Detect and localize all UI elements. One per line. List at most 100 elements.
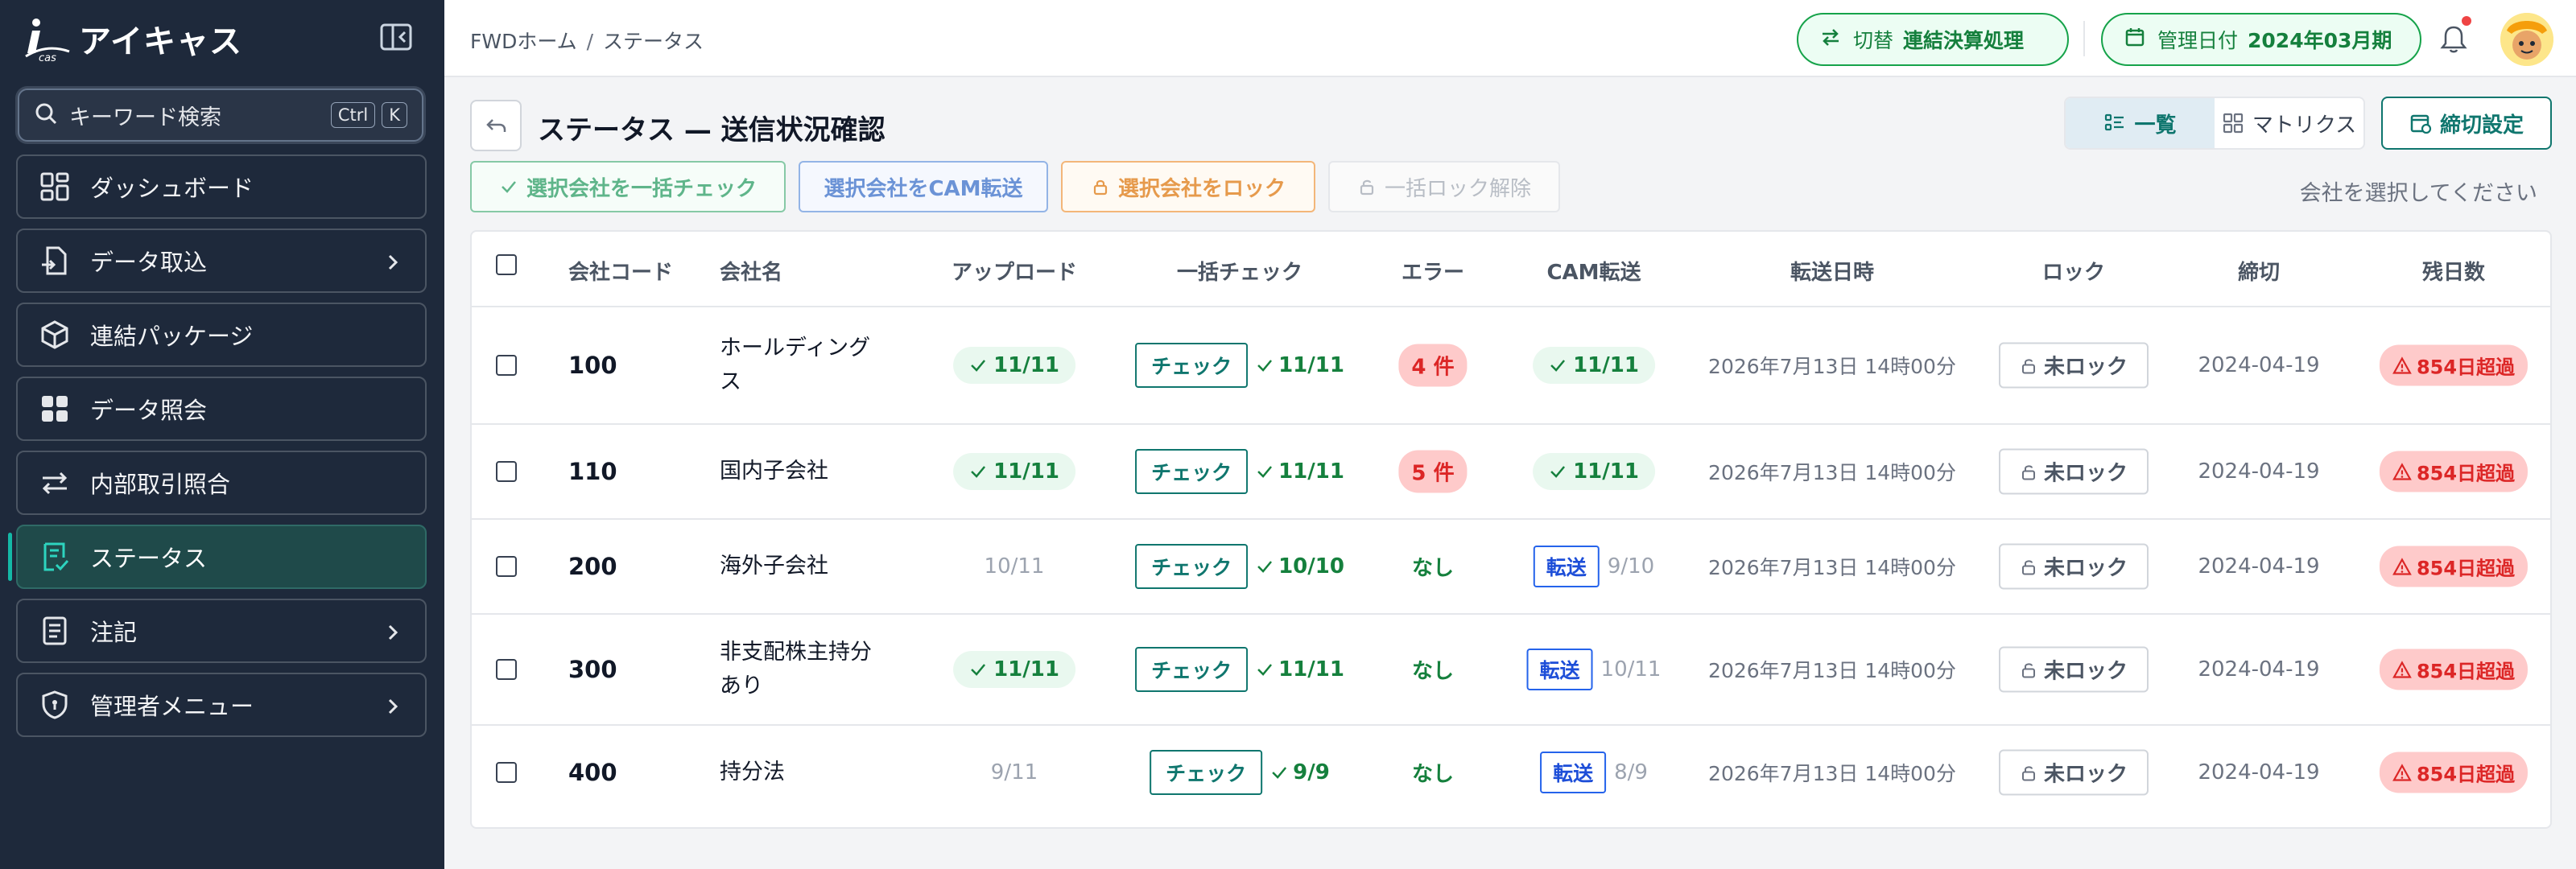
lock-toggle-button[interactable]: 未ロック: [1998, 646, 2149, 693]
search-input[interactable]: キーワード検索 Ctrl K: [18, 89, 423, 142]
cam-cell: 転送 10/11: [1526, 649, 1661, 690]
app-logo[interactable]: cas アイキャス: [23, 13, 242, 64]
shield-icon: [39, 689, 71, 721]
lock-selected-button[interactable]: 選択会社をロック: [1061, 161, 1315, 212]
col-company-code[interactable]: 会社コード: [568, 256, 673, 286]
breadcrumb-home[interactable]: FWDホーム: [470, 30, 577, 53]
transfer-button[interactable]: 転送: [1533, 546, 1600, 587]
col-lock[interactable]: ロック: [2042, 256, 2105, 286]
sidebar-item-package[interactable]: 連結パッケージ: [16, 303, 427, 367]
divider: [2083, 21, 2085, 56]
breadcrumb: FWDホーム / ステータス: [470, 26, 704, 55]
error-count-badge[interactable]: 4 件: [1398, 344, 1468, 387]
company-code: 400: [568, 759, 617, 786]
sidebar-item-data-import[interactable]: データ取込: [16, 229, 427, 293]
col-cam-transfer[interactable]: CAM転送: [1546, 256, 1641, 286]
lock-toggle-button[interactable]: 未ロック: [1998, 543, 2149, 590]
bulk-unlock-button[interactable]: 一括ロック解除: [1328, 161, 1560, 212]
col-error[interactable]: エラー: [1402, 256, 1464, 286]
col-deadline[interactable]: 締切: [2238, 256, 2280, 286]
upload-cell: 11/11: [953, 453, 1075, 490]
sidebar-item-dashboard[interactable]: ダッシュボード: [16, 154, 427, 219]
cam-cell: 11/11: [1533, 347, 1655, 384]
sidebar-item-intercompany[interactable]: 内部取引照合: [16, 451, 427, 515]
upload-status-text: 10/11: [984, 554, 1045, 579]
error-cell: なし: [1412, 758, 1454, 788]
upload-cell: 11/11: [953, 651, 1075, 688]
collapse-sidebar-icon[interactable]: [378, 21, 414, 53]
col-remaining-days[interactable]: 残日数: [2422, 256, 2485, 286]
company-code: 300: [568, 656, 617, 683]
chevron-right-icon: [383, 621, 402, 649]
bulk-check-button[interactable]: 選択会社を一括チェック: [470, 161, 786, 212]
row-checkbox[interactable]: [496, 762, 517, 783]
check-button[interactable]: チェック: [1135, 544, 1249, 589]
upload-cell: 9/11: [991, 760, 1038, 785]
sidebar-item-admin[interactable]: 管理者メニュー: [16, 673, 427, 737]
management-date-button[interactable]: 管理日付 2024年03月期: [2101, 13, 2421, 66]
view-toggle: 一覧 マトリクス: [2064, 97, 2365, 150]
cam-transfer-label: 選択会社をCAM転送: [824, 176, 1023, 201]
sidebar: cas アイキャス キーワード検索 Ctrl K ダッシュボード データ取込 連…: [0, 0, 444, 869]
row-checkbox[interactable]: [496, 355, 517, 376]
table-row[interactable]: 100 ホールディングス 11/11 チェック 11/11 4 件 11/11 …: [472, 307, 2550, 425]
cam-status-text: 9/10: [1607, 554, 1655, 579]
col-transfer-datetime[interactable]: 転送日時: [1790, 256, 1874, 286]
lock-toggle-button[interactable]: 未ロック: [1998, 749, 2149, 796]
check-button[interactable]: チェック: [1150, 750, 1263, 795]
bulk-unlock-label: 一括ロック解除: [1384, 176, 1531, 201]
lock-cell: 未ロック: [1998, 543, 2149, 590]
sidebar-item-data-inquiry[interactable]: データ照会: [16, 377, 427, 441]
transfer-button[interactable]: 転送: [1526, 649, 1593, 690]
status-table: 会社コード 会社名 アップロード 一括チェック エラー CAM転送 転送日時 ロ…: [470, 230, 2552, 829]
table-row[interactable]: 300 非支配株主持分あり 11/11 チェック 11/11 なし 転送 10/1…: [472, 615, 2550, 726]
error-none-text: なし: [1411, 659, 1455, 684]
col-bulk-check[interactable]: 一括チェック: [1177, 256, 1302, 286]
sidebar-item-status[interactable]: ステータス: [8, 525, 427, 589]
sidebar-item-label: ダッシュボード: [90, 175, 254, 202]
transfer-datetime: 2026年7月13日 14時00分: [1708, 556, 1956, 579]
notification-bell-icon[interactable]: [2439, 23, 2468, 58]
col-company-name[interactable]: 会社名: [720, 256, 782, 286]
table-row[interactable]: 400 持分法 9/11 チェック 9/9 なし 転送 8/9 2026年7月13…: [472, 726, 2550, 819]
check-icon: [971, 664, 986, 676]
check-button[interactable]: チェック: [1135, 647, 1249, 692]
cam-cell: 11/11: [1533, 453, 1655, 490]
close-settings-button[interactable]: 締切設定: [2381, 97, 2552, 150]
lock-icon: [1093, 179, 1108, 196]
row-checkbox[interactable]: [496, 659, 517, 680]
file-import-icon: [39, 245, 71, 277]
upload-cell: 10/11: [985, 554, 1045, 579]
table-header: 会社コード 会社名 アップロード 一括チェック エラー CAM転送 転送日時 ロ…: [472, 232, 2550, 307]
back-button[interactable]: [470, 100, 522, 151]
remaining-cell: 854日超過: [2379, 649, 2529, 690]
row-checkbox[interactable]: [496, 556, 517, 577]
chevron-right-icon: [383, 251, 402, 279]
overdue-badge: 854日超過: [2379, 451, 2529, 492]
sidebar-nav: ダッシュボード データ取込 連結パッケージ データ照会 内部取引照合 ステータス…: [8, 154, 427, 747]
view-matrix-tab[interactable]: マトリクス: [2215, 98, 2363, 148]
table-row[interactable]: 110 国内子会社 11/11 チェック 11/11 5 件 11/11 202…: [472, 425, 2550, 520]
switch-label: 切替: [1853, 29, 1894, 52]
switch-mode-button[interactable]: 切替 連結決算処理: [1797, 13, 2069, 66]
sidebar-item-notes[interactable]: 注記: [16, 599, 427, 663]
table-row[interactable]: 200 海外子会社 10/11 チェック 10/10 なし 転送 9/10 202…: [472, 520, 2550, 615]
lock-toggle-button[interactable]: 未ロック: [1998, 342, 2149, 389]
avatar[interactable]: [2500, 13, 2553, 66]
company-name: 国内子会社: [720, 459, 828, 484]
company-code: 100: [568, 352, 617, 379]
remaining-cell: 854日超過: [2379, 344, 2529, 386]
select-all-checkbox[interactable]: [496, 254, 517, 275]
app-title: アイキャス: [79, 23, 242, 60]
view-list-tab[interactable]: 一覧: [2066, 98, 2215, 148]
check-button[interactable]: チェック: [1135, 449, 1249, 494]
transfer-button[interactable]: 転送: [1540, 752, 1607, 793]
cam-transfer-button[interactable]: 選択会社をCAM転送: [799, 161, 1048, 212]
col-upload[interactable]: アップロード: [952, 256, 1077, 286]
date-value: 2024年03月期: [2248, 29, 2392, 52]
error-count-badge[interactable]: 5 件: [1398, 450, 1468, 493]
lock-toggle-button[interactable]: 未ロック: [1998, 448, 2149, 495]
row-checkbox[interactable]: [496, 461, 517, 482]
check-button[interactable]: チェック: [1135, 343, 1249, 388]
warning-icon: [2392, 763, 2412, 781]
